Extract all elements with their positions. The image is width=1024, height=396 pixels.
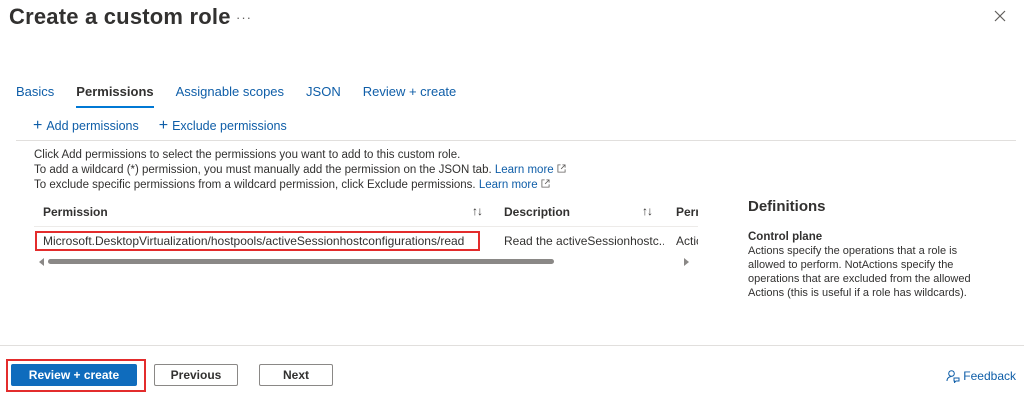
sort-icon[interactable]: ↑↓ bbox=[642, 204, 653, 218]
external-link-icon bbox=[541, 179, 550, 188]
exclude-permissions-label: Exclude permissions bbox=[172, 119, 287, 133]
feedback-icon bbox=[946, 370, 960, 383]
highlight-box bbox=[35, 231, 480, 251]
sort-icon[interactable]: ↑↓ bbox=[472, 204, 483, 218]
learn-more-link[interactable]: Learn more bbox=[479, 179, 550, 191]
add-permissions-label: Add permissions bbox=[46, 119, 139, 133]
info-line-3-text: To exclude specific permissions from a w… bbox=[34, 179, 476, 191]
description-cell: Read the activeSessionhostc... bbox=[504, 234, 664, 248]
plus-icon: + bbox=[33, 117, 43, 134]
info-line-2: To add a wildcard (*) permission, you mu… bbox=[34, 163, 566, 178]
column-header-description[interactable]: Description bbox=[504, 205, 570, 219]
info-text: Click Add permissions to select the perm… bbox=[34, 148, 566, 193]
definitions-panel: Definitions Control plane Actions specif… bbox=[748, 198, 993, 300]
review-create-button[interactable]: Review + create bbox=[11, 364, 137, 386]
feedback-label: Feedback bbox=[963, 369, 1016, 383]
plus-icon: + bbox=[158, 117, 169, 134]
definitions-title: Definitions bbox=[748, 198, 826, 215]
tab-json[interactable]: JSON bbox=[306, 84, 341, 106]
info-line-2-text: To add a wildcard (*) permission, you mu… bbox=[34, 164, 492, 176]
tab-list: Basics Permissions Assignable scopes JSO… bbox=[16, 84, 478, 108]
add-permissions-button[interactable]: + Add permissions bbox=[33, 117, 139, 134]
permissions-grid: Permission ↑↓ Description ↑↓ Pern Micros… bbox=[34, 199, 698, 269]
definitions-body: Actions specify the operations that a ro… bbox=[748, 245, 971, 299]
divider bbox=[0, 345, 1024, 346]
column-header-permission[interactable]: Permission bbox=[43, 205, 108, 219]
column-header-permission-type[interactable]: Pern bbox=[676, 205, 698, 219]
type-cell: Actic bbox=[676, 234, 698, 248]
command-bar: + Add permissions + Exclude permissions bbox=[33, 117, 307, 134]
learn-more-link[interactable]: Learn more bbox=[495, 164, 566, 176]
tab-permissions[interactable]: Permissions bbox=[76, 84, 154, 108]
exclude-permissions-button[interactable]: + Exclude permissions bbox=[158, 117, 287, 134]
scroll-left-icon[interactable] bbox=[39, 258, 44, 266]
info-line-3: To exclude specific permissions from a w… bbox=[34, 178, 566, 193]
external-link-icon bbox=[557, 164, 566, 173]
previous-button[interactable]: Previous bbox=[154, 364, 238, 386]
definitions-heading: Control plane bbox=[748, 231, 823, 243]
info-line-1: Click Add permissions to select the perm… bbox=[34, 149, 461, 161]
tab-review-create[interactable]: Review + create bbox=[363, 84, 457, 106]
scroll-right-icon[interactable] bbox=[684, 258, 689, 266]
page-title: Create a custom role bbox=[9, 4, 231, 29]
more-options-button[interactable]: ··· bbox=[236, 10, 252, 25]
divider bbox=[16, 140, 1016, 141]
tab-basics[interactable]: Basics bbox=[16, 84, 54, 106]
table-row[interactable]: Microsoft.DesktopVirtualization/hostpool… bbox=[34, 229, 698, 253]
next-button[interactable]: Next bbox=[259, 364, 333, 386]
horizontal-scrollbar[interactable] bbox=[34, 257, 698, 267]
feedback-link[interactable]: Feedback bbox=[946, 369, 1016, 383]
tab-assignable-scopes[interactable]: Assignable scopes bbox=[176, 84, 284, 106]
scroll-thumb[interactable] bbox=[48, 259, 554, 264]
grid-header: Permission ↑↓ Description ↑↓ Pern bbox=[34, 199, 698, 227]
close-icon[interactable] bbox=[992, 8, 1008, 24]
